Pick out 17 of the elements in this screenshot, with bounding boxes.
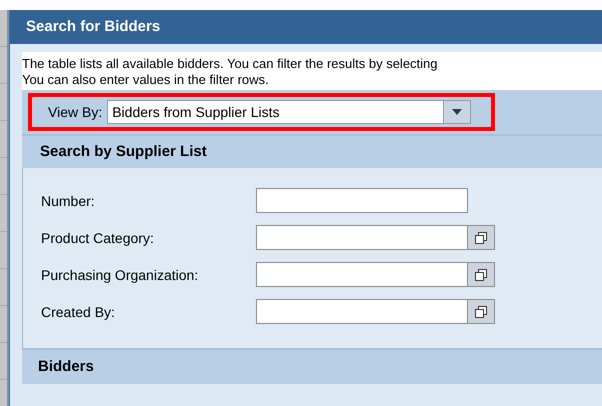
value-help-icon[interactable]: [468, 299, 495, 324]
field-label: Created By:: [41, 304, 116, 320]
field-label: Number:: [41, 192, 96, 208]
section-header: Bidders: [22, 348, 602, 384]
value-help-icon[interactable]: [468, 262, 495, 287]
input-field[interactable]: [256, 299, 495, 324]
input-field[interactable]: [256, 262, 495, 287]
description-text: The table lists all available bidders. You can filter the results by selecting You can also enter values in the filter rows.: [22, 52, 602, 90]
input-field[interactable]: [256, 188, 468, 213]
section-header: Search by Supplier List: [22, 134, 602, 168]
value-help-icon[interactable]: [468, 225, 495, 250]
field-label: Purchasing Organization:: [41, 266, 200, 282]
field-label: View By:: [48, 104, 102, 120]
field-label: Product Category:: [41, 230, 155, 246]
input-field[interactable]: [256, 225, 495, 250]
dialog-title-bar: Search for Bidders: [10, 10, 602, 44]
view-by-dropdown[interactable]: Bidders from Supplier Lists: [107, 100, 472, 124]
